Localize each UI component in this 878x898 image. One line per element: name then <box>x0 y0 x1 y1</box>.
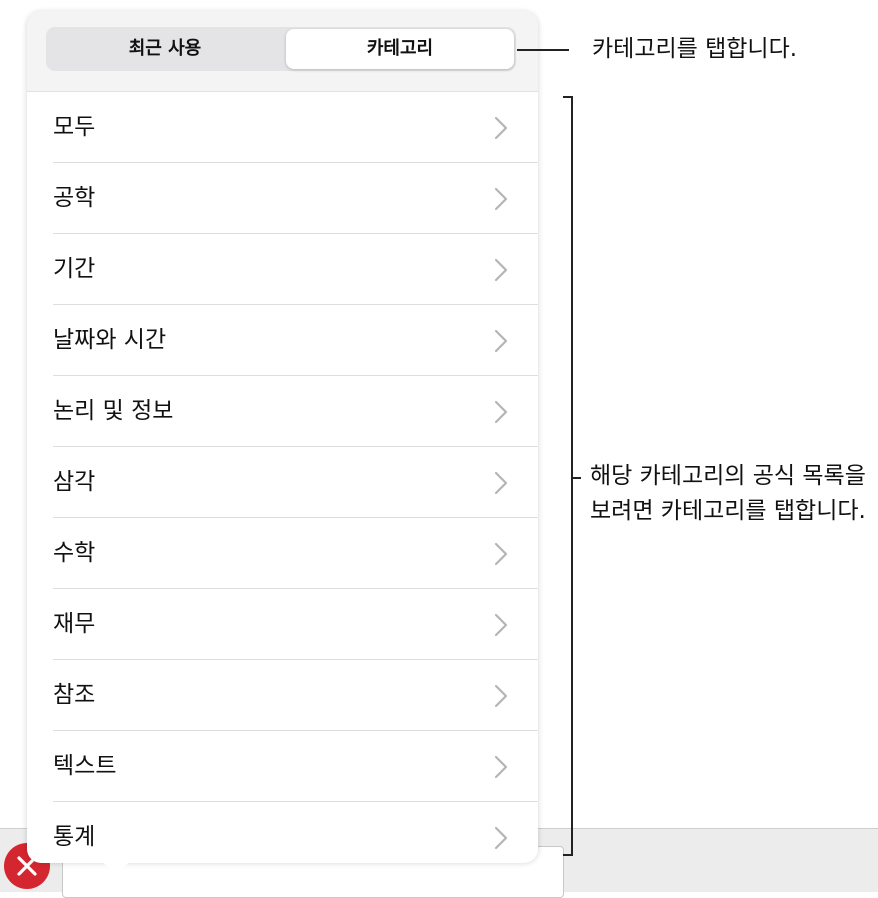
category-row[interactable]: 날짜와 시간 <box>27 305 538 376</box>
chevron-right-icon <box>494 613 508 637</box>
category-row[interactable]: 재무 <box>27 589 538 660</box>
category-label: 논리 및 정보 <box>53 398 174 424</box>
category-label: 재무 <box>53 611 96 637</box>
segmented-control: 최근 사용 카테고리 <box>46 27 516 71</box>
category-label: 참조 <box>53 682 96 708</box>
list-callout-line1: 해당 카테고리의 공식 목록을 <box>590 463 866 489</box>
chevron-right-icon <box>494 400 508 424</box>
tab-callout-line <box>517 49 569 51</box>
category-row[interactable]: 통계 <box>27 802 538 863</box>
chevron-right-icon <box>494 755 508 779</box>
category-label: 날짜와 시간 <box>53 327 167 353</box>
category-label: 공학 <box>53 185 96 211</box>
category-row[interactable]: 기간 <box>27 234 538 305</box>
chevron-right-icon <box>494 826 508 850</box>
chevron-right-icon <box>494 258 508 282</box>
category-row[interactable]: 참조 <box>27 660 538 731</box>
category-label: 삼각 <box>53 469 96 495</box>
category-list: 모두공학기간날짜와 시간논리 및 정보삼각수학재무참조텍스트통계 <box>27 91 538 863</box>
tab-categories[interactable]: 카테고리 <box>286 29 514 69</box>
category-label: 기간 <box>53 256 96 282</box>
category-row[interactable]: 공학 <box>27 163 538 234</box>
list-bracket-vertical <box>571 96 573 856</box>
tab-recent[interactable]: 최근 사용 <box>48 29 282 69</box>
chevron-right-icon <box>494 116 508 140</box>
chevron-right-icon <box>494 329 508 353</box>
chevron-right-icon <box>494 187 508 211</box>
list-bracket-bottom <box>563 854 573 856</box>
list-callout-line2: 보려면 카테고리를 탭합니다. <box>590 498 866 524</box>
chevron-right-icon <box>494 684 508 708</box>
category-label: 모두 <box>53 114 96 140</box>
chevron-right-icon <box>494 542 508 566</box>
category-label: 수학 <box>53 540 96 566</box>
function-browser-popover: 최근 사용 카테고리 모두공학기간날짜와 시간논리 및 정보삼각수학재무참조텍스… <box>27 11 538 863</box>
category-row[interactable]: 모두 <box>27 92 538 163</box>
category-row[interactable]: 삼각 <box>27 447 538 518</box>
list-bracket-tick <box>573 477 581 479</box>
chevron-right-icon <box>494 471 508 495</box>
category-row[interactable]: 논리 및 정보 <box>27 376 538 447</box>
tab-callout-text: 카테고리를 탭합니다. <box>592 36 798 62</box>
category-row[interactable]: 수학 <box>27 518 538 589</box>
category-label: 텍스트 <box>53 753 117 779</box>
popover-arrow <box>100 860 132 874</box>
category-label: 통계 <box>53 824 96 850</box>
category-row[interactable]: 텍스트 <box>27 731 538 802</box>
